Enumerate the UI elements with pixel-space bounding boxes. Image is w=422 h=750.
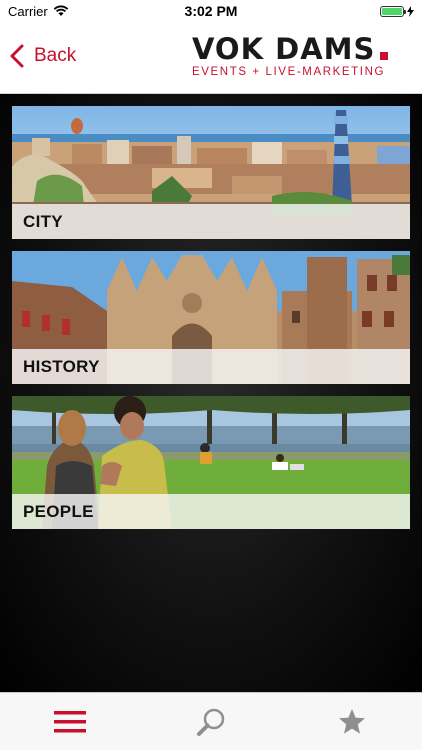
status-bar: Carrier 3:02 PM	[0, 0, 422, 22]
tab-bar	[0, 692, 422, 750]
category-tile-history[interactable]: HISTORY	[12, 251, 410, 384]
tile-label-people: PEOPLE	[23, 501, 94, 521]
category-tile-city[interactable]: CITY	[12, 106, 410, 239]
tile-label-history: HISTORY	[23, 356, 100, 376]
menu-icon	[54, 710, 87, 732]
tile-label-bar: HISTORY	[12, 349, 410, 384]
wifi-icon	[53, 5, 68, 16]
back-label: Back	[34, 45, 77, 66]
status-right	[380, 5, 414, 17]
tile-label-bar: PEOPLE	[12, 494, 410, 529]
status-left: Carrier	[8, 4, 69, 19]
navigation-bar: Back VOK DAMS EVENTS + LIVE-MARKETING	[0, 22, 422, 94]
charging-icon	[407, 5, 414, 17]
battery-icon	[380, 5, 406, 17]
logo-dot	[380, 52, 389, 60]
tile-label-bar: CITY	[12, 204, 410, 239]
category-tile-people[interactable]: PEOPLE	[12, 396, 410, 529]
tile-label-city: CITY	[23, 211, 63, 231]
tab-search[interactable]	[141, 693, 282, 750]
carrier-label: Carrier	[8, 3, 48, 19]
vok-dams-logo: VOK DAMS EVENTS + LIVE-MARKETING	[192, 34, 406, 82]
back-button[interactable]: Back	[8, 42, 76, 70]
star-icon	[338, 709, 365, 734]
logo-tagline: EVENTS + LIVE-MARKETING	[192, 66, 386, 78]
tab-menu[interactable]	[0, 693, 141, 750]
search-icon	[197, 708, 225, 736]
category-list: CITY HISTORY PEOPLE	[0, 94, 422, 692]
tab-favorites[interactable]	[281, 693, 422, 750]
battery-level	[382, 7, 402, 15]
logo-wordmark: VOK DAMS	[192, 32, 376, 66]
chevron-left-icon	[10, 44, 24, 68]
